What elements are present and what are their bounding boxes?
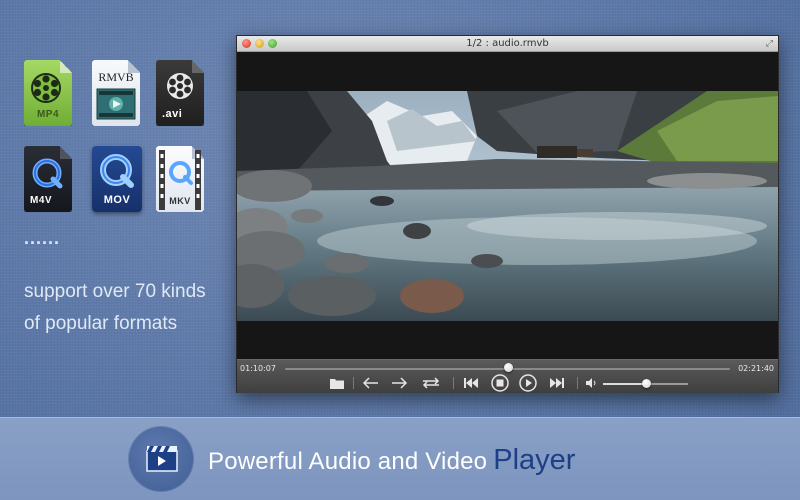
current-time: 01:10:07	[240, 364, 276, 373]
next-button[interactable]	[391, 376, 407, 390]
repeat-icon	[422, 377, 440, 389]
fast-forward-button[interactable]	[549, 376, 565, 390]
format-icons-grid: MP4 RMVB .avi M4V MOV MKV	[22, 58, 217, 218]
rmvb-file-icon: RMVB	[92, 60, 140, 126]
window-titlebar[interactable]: 1/2 : audio.rmvb ⤢	[237, 36, 778, 52]
fullscreen-icon[interactable]: ⤢	[766, 38, 773, 49]
format-ext-label: M4V	[30, 195, 53, 206]
video-display[interactable]	[237, 53, 778, 359]
stop-button[interactable]	[491, 374, 509, 392]
volume-fill	[603, 383, 646, 385]
video-frame	[237, 91, 778, 321]
play-icon	[519, 374, 537, 392]
skip-back-icon	[464, 378, 478, 388]
toolbar-separator	[353, 377, 354, 389]
repeat-button[interactable]	[421, 376, 441, 390]
app-logo	[128, 426, 194, 492]
tagline: Powerful Audio and Video Player	[208, 444, 575, 477]
mov-file-icon: MOV	[92, 146, 142, 212]
speaker-icon	[586, 378, 596, 388]
tagline-accent: Player	[493, 444, 576, 476]
rewind-button[interactable]	[463, 376, 479, 390]
bottom-banner: Powerful Audio and Video Player	[0, 417, 800, 500]
mp4-file-icon: MP4	[24, 60, 72, 126]
arrow-left-icon	[363, 377, 378, 389]
player-controls-bar: 01:10:07 02:21:40	[237, 359, 778, 393]
format-ext-label: MOV	[103, 194, 131, 206]
total-time: 02:21:40	[738, 364, 774, 373]
play-button[interactable]	[519, 374, 537, 392]
more-formats-dots: ......	[24, 228, 61, 248]
format-ext-label: RMVB	[98, 70, 134, 84]
skip-forward-icon	[550, 378, 564, 388]
avi-file-icon: .avi	[156, 60, 204, 126]
support-formats-text: support over 70 kinds of popular formats	[24, 281, 206, 334]
volume-handle[interactable]	[641, 379, 651, 388]
format-ext-label: .avi	[162, 108, 183, 120]
format-ext-label: MP4	[36, 109, 60, 120]
format-ext-label: MKV	[169, 196, 191, 206]
toolbar-separator	[577, 377, 578, 389]
open-folder-button[interactable]	[329, 376, 345, 390]
window-title: 1/2 : audio.rmvb	[466, 38, 549, 49]
clapperboard-icon	[146, 446, 178, 472]
arrow-right-icon	[392, 377, 407, 389]
previous-button[interactable]	[363, 376, 379, 390]
mkv-file-icon: MKV	[156, 146, 204, 212]
seek-handle[interactable]	[503, 363, 513, 372]
folder-icon	[330, 378, 344, 389]
m4v-file-icon: M4V	[24, 146, 72, 212]
volume-button[interactable]	[585, 376, 597, 390]
stop-icon	[491, 374, 509, 392]
toolbar-separator	[453, 377, 454, 389]
landscape-video-image	[237, 91, 778, 321]
player-window: 1/2 : audio.rmvb ⤢ 01:10:07 02:21:40	[236, 35, 779, 393]
tagline-main: Powerful Audio and Video	[208, 448, 488, 475]
